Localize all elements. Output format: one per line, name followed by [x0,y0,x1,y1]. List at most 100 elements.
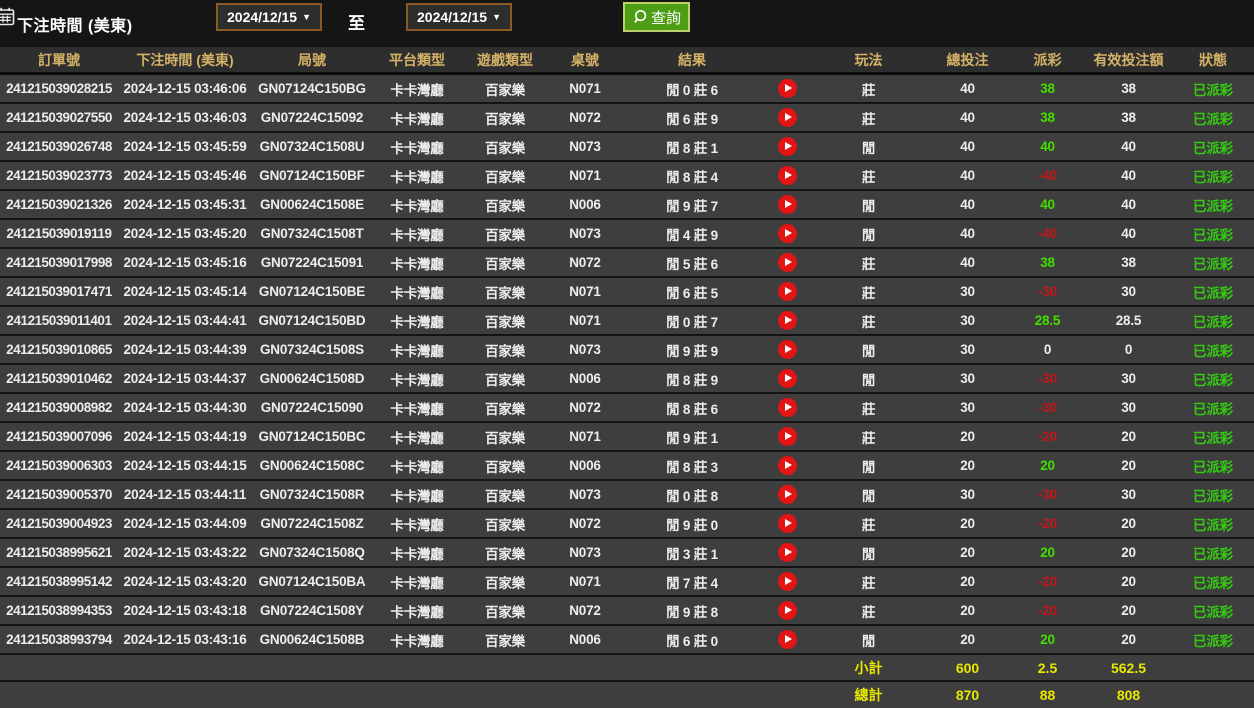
cell-bet-time: 2024-12-15 03:44:41 [118,306,252,336]
grand-total-payout: 88 [1010,681,1085,708]
play-circle-icon[interactable] [777,601,797,620]
cell-bet-time: 2024-12-15 03:44:39 [118,335,252,365]
cell-play-type: 莊 [812,103,925,133]
table-row: 241215039007096 2024-12-15 03:44:19 GN0712… [0,422,1254,452]
table-row: 241215039011401 2024-12-15 03:44:41 GN0712… [0,306,1254,336]
play-circle-icon[interactable] [777,224,797,243]
cell-play-type: 莊 [812,509,925,539]
play-circle-icon[interactable] [777,340,797,359]
cell-bet-time: 2024-12-15 03:45:46 [118,161,252,191]
cell-table-no: N071 [548,277,622,307]
cell-valid-bet: 38 [1085,103,1172,133]
table-row: 241215039010462 2024-12-15 03:44:37 GN0062… [0,364,1254,394]
column-header-play [762,47,812,75]
cell-result: 閒 9 莊 7 [622,190,762,220]
cell-order: 241215038994353 [0,596,118,626]
cell-result: 閒 0 莊 6 [622,73,762,104]
column-header-platform-type: 平台類型 [372,47,462,75]
cell-total-bet: 20 [925,625,1010,655]
play-circle-icon[interactable] [777,427,797,446]
cell-play [762,451,812,481]
betting-records-page: 下注時間 (美東) 2024/12/15 ▼ 至 2024/12/15 ▼ 查詢 [0,0,1254,708]
play-circle-icon[interactable] [777,514,797,533]
cell-status: 已派彩 [1172,422,1254,452]
date-to-value: 2024/12/15 [417,9,488,25]
play-circle-icon[interactable] [777,485,797,504]
cell-game-type: 百家樂 [462,596,548,626]
cell-order: 241215039010462 [0,364,118,394]
cell-platform-type: 卡卡灣廳 [372,248,462,278]
search-button[interactable]: 查詢 [623,2,691,32]
cell-payout: -20 [1010,596,1085,626]
subtotal-row: 小計 600 2.5 562.5 [0,654,1254,682]
cell-result: 閒 0 莊 7 [622,306,762,336]
cell-round-id: GN07124C150BG [252,73,372,104]
cell-platform-type: 卡卡灣廳 [372,596,462,626]
cell-total-bet: 40 [925,103,1010,133]
cell-status: 已派彩 [1172,103,1254,133]
column-header-valid-bet: 有效投注額 [1085,47,1172,75]
cell-play [762,132,812,162]
cell-round-id: GN00624C1508C [252,451,372,481]
cell-order: 241215039017998 [0,248,118,278]
play-circle-icon[interactable] [777,137,797,156]
cell-valid-bet: 20 [1085,567,1172,597]
play-circle-icon[interactable] [777,456,797,475]
cell-payout: 20 [1010,625,1085,655]
cell-result: 閒 9 莊 0 [622,509,762,539]
table-row: 241215038993794 2024-12-15 03:43:16 GN0062… [0,625,1254,655]
cell-payout: -20 [1010,422,1085,452]
cell-table-no: N073 [548,335,622,365]
play-circle-icon[interactable] [777,311,797,330]
date-range-to-label: 至 [348,14,365,33]
cell-play-type: 閒 [812,480,925,510]
play-circle-icon[interactable] [777,79,797,98]
search-button-label: 查詢 [651,9,682,27]
cell-payout: -30 [1010,480,1085,510]
cell-round-id: GN07224C15092 [252,103,372,133]
cell-valid-bet: 20 [1085,625,1172,655]
play-circle-icon[interactable] [777,543,797,562]
cell-platform-type: 卡卡灣廳 [372,364,462,394]
cell-table-no: N071 [548,161,622,191]
cell-play [762,73,812,104]
cell-platform-type: 卡卡灣廳 [372,538,462,568]
play-circle-icon[interactable] [777,630,797,649]
cell-table-no: N072 [548,509,622,539]
cell-play [762,277,812,307]
cell-table-no: N073 [548,132,622,162]
grand-total-total-bet: 870 [925,681,1010,708]
table-row: 241215039005370 2024-12-15 03:44:11 GN0732… [0,480,1254,510]
cell-status: 已派彩 [1172,480,1254,510]
cell-result: 閒 8 莊 1 [622,132,762,162]
cell-status: 已派彩 [1172,567,1254,597]
play-circle-icon[interactable] [777,253,797,272]
play-circle-icon[interactable] [777,166,797,185]
cell-payout: -20 [1010,567,1085,597]
cell-game-type: 百家樂 [462,132,548,162]
play-circle-icon[interactable] [777,108,797,127]
cell-order: 241215038995142 [0,567,118,597]
play-circle-icon[interactable] [777,195,797,214]
cell-platform-type: 卡卡灣廳 [372,103,462,133]
cell-order: 241215039017471 [0,277,118,307]
play-circle-icon[interactable] [777,282,797,301]
cell-round-id: GN00624C1508D [252,364,372,394]
cell-status: 已派彩 [1172,132,1254,162]
grand-total-status [1172,681,1254,708]
cell-payout: 40 [1010,190,1085,220]
play-circle-icon[interactable] [777,369,797,388]
cell-play-type: 閒 [812,451,925,481]
cell-status: 已派彩 [1172,335,1254,365]
cell-play [762,393,812,423]
cell-total-bet: 40 [925,132,1010,162]
subtotal-spacer [0,654,812,682]
date-from-dropdown[interactable]: 2024/12/15 ▼ [216,3,322,31]
play-circle-icon[interactable] [777,398,797,417]
cell-valid-bet: 30 [1085,393,1172,423]
table-row: 241215039026748 2024-12-15 03:45:59 GN0732… [0,132,1254,162]
date-to-dropdown[interactable]: 2024/12/15 ▼ [406,3,512,31]
chevron-down-icon: ▼ [492,11,501,22]
cell-play-type: 莊 [812,161,925,191]
play-circle-icon[interactable] [777,572,797,591]
